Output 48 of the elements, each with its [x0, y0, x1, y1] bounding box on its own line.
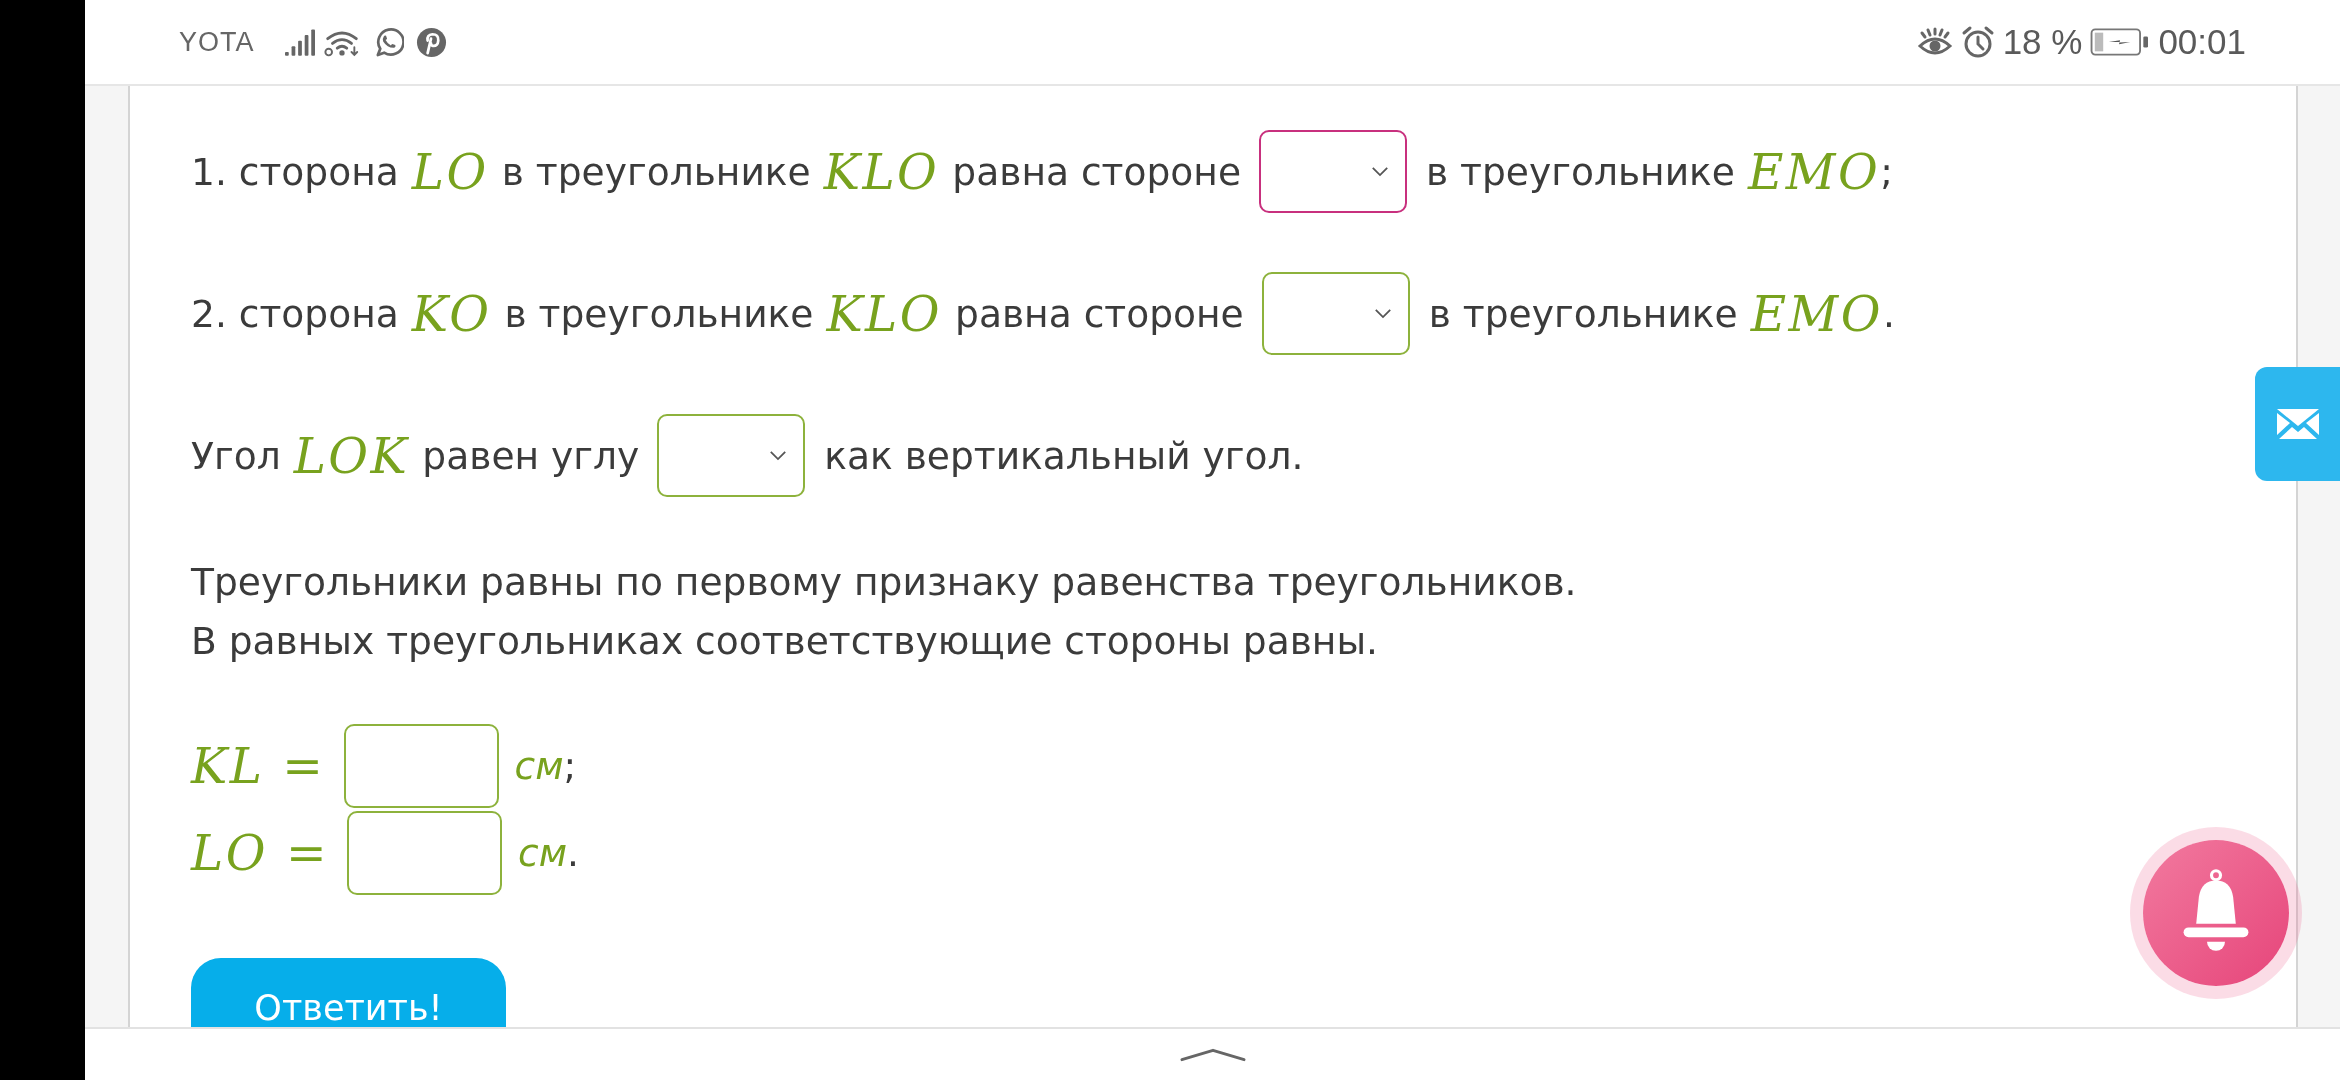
answer-dropdown[interactable]	[1261, 272, 1410, 355]
statement-text: равна стороне	[955, 291, 1244, 336]
clock-time: 00:01	[2158, 22, 2246, 62]
math-expression: KLO	[826, 285, 943, 342]
battery-icon	[2090, 28, 2151, 56]
explanation-text: В равных треугольниках соответствующие стороны равны.	[191, 618, 1379, 665]
statement-text: в треугольнике	[501, 149, 811, 194]
chevron-down-icon	[769, 450, 788, 461]
punctuation-mark: ;	[1880, 149, 1893, 194]
punctuation-mark: ;	[563, 744, 577, 788]
math-expression: KLO	[823, 143, 940, 200]
signal-bars-icon	[284, 28, 315, 56]
statement-text: равна стороне	[952, 149, 1241, 194]
statement-text: 2. сторона	[191, 291, 399, 336]
math-expression: EMO	[1750, 285, 1883, 342]
math-expression: LOK	[293, 427, 410, 484]
mail-tab[interactable]	[2255, 367, 2340, 481]
chevron-up-icon[interactable]	[1179, 1047, 1246, 1062]
unit-text: см	[518, 831, 568, 875]
answer-dropdown[interactable]	[657, 414, 806, 497]
answer-input[interactable]	[347, 811, 503, 895]
envelope-icon	[2275, 408, 2320, 440]
explanation-text: Треугольники равны по первому признаку равенства треугольников.	[191, 559, 1578, 606]
math-expression: KL =	[191, 738, 326, 794]
statement-text: как вертикальный угол.	[824, 433, 1304, 478]
punctuation-mark: .	[1883, 291, 1895, 336]
eye-icon	[1916, 27, 1953, 57]
punctuation-mark: .	[567, 831, 579, 875]
statement-text: в треугольнике	[504, 291, 814, 336]
unit-text: см	[514, 744, 564, 788]
statement-text: Угол	[191, 433, 281, 478]
statement-text: 1. сторона	[191, 149, 399, 194]
math-expression: LO =	[191, 825, 330, 881]
answer-input[interactable]	[343, 724, 499, 808]
math-expression: EMO	[1747, 143, 1881, 200]
statement-text: в треугольнике	[1428, 291, 1738, 336]
circle-logo-icon	[415, 26, 447, 58]
math-expression: LO	[411, 143, 489, 200]
submit-button[interactable]: Ответить!	[191, 958, 506, 1027]
statement-text: в треугольнике	[1426, 149, 1735, 194]
chevron-down-icon	[1373, 308, 1392, 319]
alarm-clock-icon	[1960, 25, 1995, 59]
chevron-down-icon	[1371, 166, 1389, 177]
battery-percent: 18 %	[2002, 22, 2083, 62]
answer-dropdown[interactable]	[1259, 130, 1407, 213]
statement-text: равен углу	[422, 433, 640, 478]
math-expression: KO	[411, 285, 492, 342]
carrier-name: YOTA	[179, 26, 255, 58]
